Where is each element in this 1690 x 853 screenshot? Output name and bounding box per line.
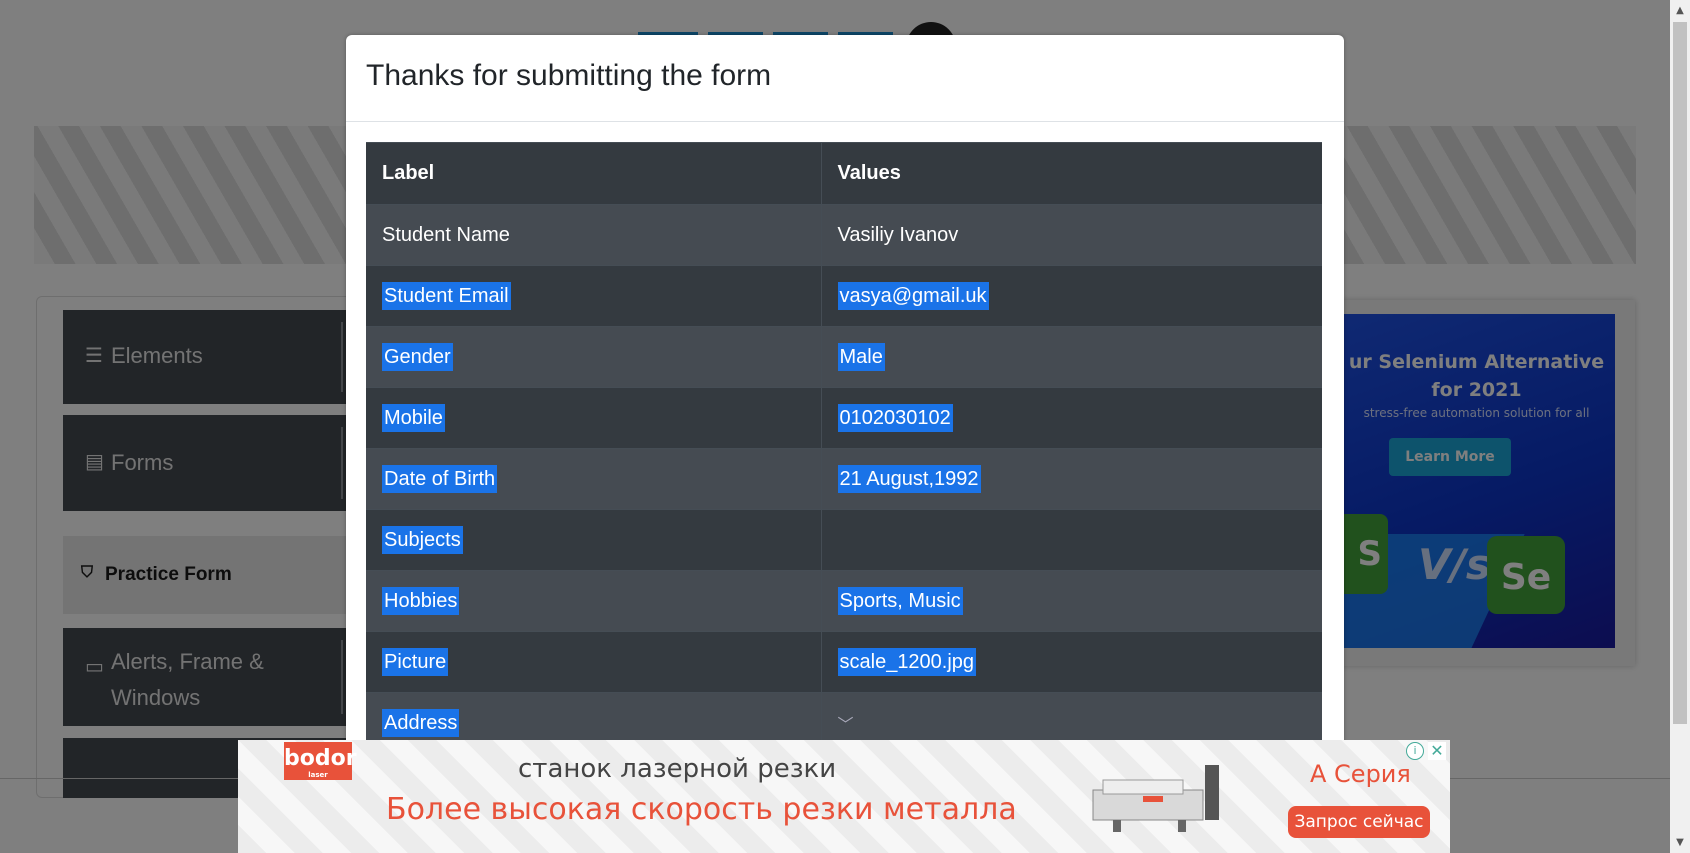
- bottom-ad-banner[interactable]: bodor laser станок лазерной резки Более в…: [238, 740, 1450, 853]
- row-label: Student Name: [366, 204, 822, 266]
- laser-machine-image: [1092, 765, 1219, 832]
- modal-title: Thanks for submitting the form: [366, 59, 772, 92]
- ad-series-label: А Серия: [1310, 760, 1411, 788]
- row-value: scale_1200.jpg: [821, 631, 1322, 693]
- column-header-values: Values: [821, 142, 1322, 205]
- ad-line-2: Более высокая скорость резки металла: [386, 792, 1017, 827]
- row-label: Date of Birth: [366, 448, 822, 510]
- scroll-thumb[interactable]: [1673, 22, 1687, 724]
- close-icon[interactable]: ✕: [1428, 742, 1446, 760]
- row-value: Male: [821, 326, 1322, 388]
- scroll-down-arrow-icon[interactable]: ▼: [1670, 833, 1690, 853]
- page-scrollbar[interactable]: ▲ ▼: [1670, 0, 1690, 853]
- row-label: Student Email: [366, 265, 822, 327]
- row-label: Mobile: [366, 387, 822, 449]
- row-label: Gender: [366, 326, 822, 388]
- row-value: vasya@gmail.uk: [821, 265, 1322, 327]
- row-label: Hobbies: [366, 570, 822, 632]
- table-row: Gender Male: [366, 326, 1322, 388]
- submission-table: Label Values Student Name Vasiliy Ivanov…: [366, 142, 1322, 754]
- bodor-logo: bodor laser: [284, 742, 357, 780]
- table-row: Date of Birth 21 August,1992: [366, 448, 1322, 510]
- row-label: Picture: [366, 631, 822, 693]
- modal-body: Label Values Student Name Vasiliy Ivanov…: [366, 142, 1322, 754]
- submission-modal: Thanks for submitting the form Label Val…: [346, 35, 1344, 795]
- table-row: Student Email vasya@gmail.uk: [366, 265, 1322, 327]
- row-value: [821, 509, 1322, 571]
- table-row: Student Name Vasiliy Ivanov: [366, 204, 1322, 266]
- row-value: Sports, Music: [821, 570, 1322, 632]
- column-header-label: Label: [366, 142, 822, 205]
- row-value: 0102030102: [821, 387, 1322, 449]
- table-header-row: Label Values: [366, 142, 1322, 205]
- table-row: Picture scale_1200.jpg: [366, 631, 1322, 693]
- ad-request-button[interactable]: Запрос сейчас: [1288, 806, 1430, 838]
- row-value: 21 August,1992: [821, 448, 1322, 510]
- table-row: Hobbies Sports, Music: [366, 570, 1322, 632]
- chevron-down-icon: ﹀: [837, 716, 854, 734]
- ad-line-1: станок лазерной резки: [518, 754, 837, 784]
- table-row: Mobile 0102030102: [366, 387, 1322, 449]
- info-icon[interactable]: i: [1406, 742, 1424, 760]
- scroll-up-arrow-icon[interactable]: ▲: [1670, 0, 1690, 20]
- modal-header: Thanks for submitting the form: [346, 35, 1344, 122]
- table-row: Subjects: [366, 509, 1322, 571]
- row-value: Vasiliy Ivanov: [821, 204, 1322, 266]
- row-label: Subjects: [366, 509, 822, 571]
